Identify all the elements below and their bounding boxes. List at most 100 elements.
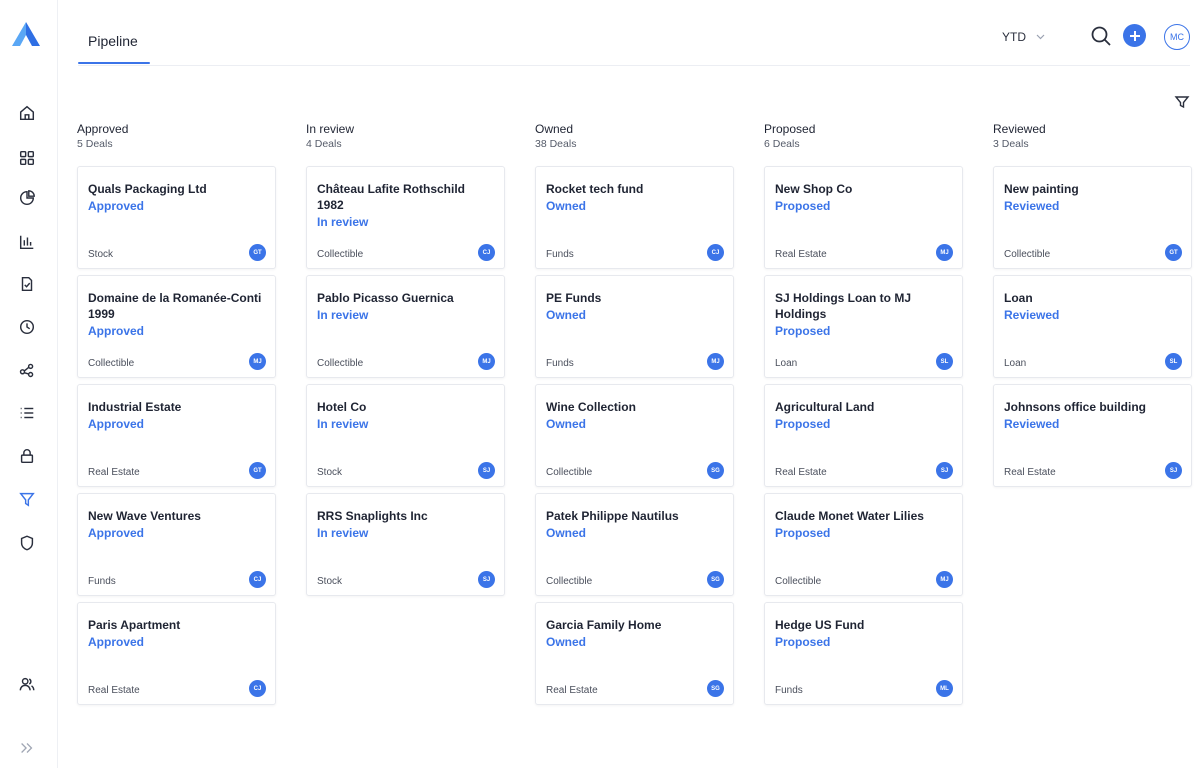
owner-avatar[interactable]: CJ bbox=[707, 244, 724, 261]
deal-title: Rocket tech fund bbox=[546, 182, 644, 196]
shield-icon[interactable] bbox=[17, 533, 37, 553]
deal-status: Reviewed bbox=[1004, 308, 1060, 322]
deal-card[interactable]: Garcia Family Home Owned Real Estate SG bbox=[535, 602, 734, 705]
deal-status: Owned bbox=[546, 417, 587, 431]
deal-type: Real Estate bbox=[88, 685, 140, 696]
deal-card[interactable]: PE Funds Owned Funds MJ bbox=[535, 275, 734, 378]
owner-avatar[interactable]: MJ bbox=[936, 571, 953, 588]
user-avatar[interactable]: MC bbox=[1164, 24, 1190, 50]
deal-card[interactable]: Johnsons office building Reviewed Real Est… bbox=[993, 384, 1192, 487]
deal-title: Hedge US Fund bbox=[775, 618, 865, 632]
deal-type: Real Estate bbox=[1004, 467, 1056, 478]
owner-avatar[interactable]: CJ bbox=[478, 244, 495, 261]
owner-avatar[interactable]: ML bbox=[936, 680, 953, 697]
column-deal-count: 3 Deals bbox=[993, 138, 1029, 150]
deal-status: Proposed bbox=[775, 199, 831, 213]
deal-status: Owned bbox=[546, 635, 587, 649]
deal-status: Approved bbox=[88, 324, 145, 338]
owner-avatar[interactable]: MJ bbox=[249, 353, 266, 370]
owner-avatar[interactable]: SJ bbox=[478, 571, 495, 588]
lock-icon[interactable] bbox=[17, 446, 37, 466]
deal-card[interactable]: Loan Reviewed Loan SL bbox=[993, 275, 1192, 378]
column-title: Owned bbox=[535, 122, 574, 136]
deal-title: Claude Monet Water Lilies bbox=[775, 509, 924, 523]
deal-card[interactable]: Hotel Co In review Stock SJ bbox=[306, 384, 505, 487]
logo-icon[interactable] bbox=[10, 20, 42, 48]
deal-card[interactable]: RRS Snaplights Inc In review Stock SJ bbox=[306, 493, 505, 596]
deal-card[interactable]: Domaine de la Romanée-Conti 1999 Approved… bbox=[77, 275, 276, 378]
deal-title: Industrial Estate bbox=[88, 400, 182, 414]
home-icon[interactable] bbox=[17, 103, 37, 123]
owner-avatar[interactable]: SJ bbox=[1165, 462, 1182, 479]
deal-card-title-block: Pablo Picasso Guernica In review bbox=[317, 290, 492, 324]
period-dropdown[interactable]: YTD bbox=[1002, 30, 1045, 44]
owner-avatar[interactable]: MJ bbox=[707, 353, 724, 370]
deal-type: Stock bbox=[88, 249, 114, 260]
deal-type: Funds bbox=[88, 576, 116, 587]
column-deal-count: 38 Deals bbox=[535, 138, 577, 150]
owner-avatar[interactable]: SJ bbox=[936, 462, 953, 479]
deal-card[interactable]: Industrial Estate Approved Real Estate GT bbox=[77, 384, 276, 487]
deal-title: Agricultural Land bbox=[775, 400, 875, 414]
deal-card[interactable]: Hedge US Fund Proposed Funds ML bbox=[764, 602, 963, 705]
deal-status: In review bbox=[317, 417, 369, 431]
deal-card[interactable]: New Shop Co Proposed Real Estate MJ bbox=[764, 166, 963, 269]
deal-title: Hotel Co bbox=[317, 400, 367, 414]
deal-type: Loan bbox=[1004, 358, 1027, 369]
users-icon[interactable] bbox=[17, 674, 37, 694]
owner-avatar[interactable]: SG bbox=[707, 680, 724, 697]
deal-type: Collectible bbox=[88, 358, 135, 369]
deal-card[interactable]: Château Lafite Rothschild 1982 In review C… bbox=[306, 166, 505, 269]
owner-avatar[interactable]: MJ bbox=[478, 353, 495, 370]
deal-card[interactable]: Agricultural Land Proposed Real Estate SJ bbox=[764, 384, 963, 487]
owner-avatar[interactable]: CJ bbox=[249, 680, 266, 697]
search-icon[interactable] bbox=[1090, 25, 1112, 47]
deal-status: Proposed bbox=[775, 417, 831, 431]
deal-card[interactable]: SJ Holdings Loan to MJ Holdings Proposed L… bbox=[764, 275, 963, 378]
deal-card[interactable]: Paris Apartment Approved Real Estate CJ bbox=[77, 602, 276, 705]
owner-avatar[interactable]: GT bbox=[249, 244, 266, 261]
deal-card[interactable]: Rocket tech fund Owned Funds CJ bbox=[535, 166, 734, 269]
list-icon[interactable] bbox=[17, 403, 37, 423]
deal-card[interactable]: Claude Monet Water Lilies Proposed Collect… bbox=[764, 493, 963, 596]
owner-avatar[interactable]: SL bbox=[1165, 353, 1182, 370]
deal-status: Owned bbox=[546, 526, 587, 540]
deal-card-title-block: Rocket tech fund Owned bbox=[546, 181, 721, 215]
deal-card[interactable]: Patek Philippe Nautilus Owned Collectible S… bbox=[535, 493, 734, 596]
clock-icon[interactable] bbox=[17, 317, 37, 337]
owner-avatar[interactable]: SJ bbox=[478, 462, 495, 479]
deal-title: Domaine de la Romanée-Conti 1999 bbox=[88, 291, 262, 321]
board-filter-icon[interactable] bbox=[1174, 94, 1190, 110]
dashboard-icon[interactable] bbox=[17, 148, 37, 168]
pie-chart-icon[interactable] bbox=[17, 188, 37, 208]
deal-card-title-block: Hedge US Fund Proposed bbox=[775, 617, 950, 651]
column-title: Approved bbox=[77, 122, 129, 136]
add-deal-button[interactable] bbox=[1123, 24, 1146, 47]
deal-card[interactable]: Quals Packaging Ltd Approved Stock GT bbox=[77, 166, 276, 269]
deal-card-title-block: Johnsons office building Reviewed bbox=[1004, 399, 1179, 433]
owner-avatar[interactable]: MJ bbox=[936, 244, 953, 261]
owner-avatar[interactable]: SG bbox=[707, 571, 724, 588]
filter-icon[interactable] bbox=[17, 489, 37, 509]
deal-card-title-block: SJ Holdings Loan to MJ Holdings Proposed bbox=[775, 290, 950, 340]
deal-type: Collectible bbox=[546, 576, 593, 587]
deal-card-title-block: Wine Collection Owned bbox=[546, 399, 721, 433]
tab-pipeline[interactable]: Pipeline bbox=[88, 33, 138, 49]
owner-avatar[interactable]: CJ bbox=[249, 571, 266, 588]
owner-avatar[interactable]: GT bbox=[249, 462, 266, 479]
deal-status: Approved bbox=[88, 635, 145, 649]
deal-card[interactable]: New painting Reviewed Collectible GT bbox=[993, 166, 1192, 269]
deal-card[interactable]: New Wave Ventures Approved Funds CJ bbox=[77, 493, 276, 596]
document-check-icon[interactable] bbox=[17, 274, 37, 294]
owner-avatar[interactable]: SG bbox=[707, 462, 724, 479]
share-icon[interactable] bbox=[17, 360, 37, 380]
deal-status: In review bbox=[317, 215, 369, 229]
expand-icon[interactable] bbox=[17, 738, 37, 758]
deal-status: In review bbox=[317, 308, 369, 322]
owner-avatar[interactable]: SL bbox=[936, 353, 953, 370]
owner-avatar[interactable]: GT bbox=[1165, 244, 1182, 261]
deal-card[interactable]: Wine Collection Owned Collectible SG bbox=[535, 384, 734, 487]
deal-card[interactable]: Pablo Picasso Guernica In review Collectib… bbox=[306, 275, 505, 378]
column-in-review: In review 4 Deals Château Lafite Rothschil… bbox=[306, 122, 505, 602]
bar-chart-icon[interactable] bbox=[17, 232, 37, 252]
